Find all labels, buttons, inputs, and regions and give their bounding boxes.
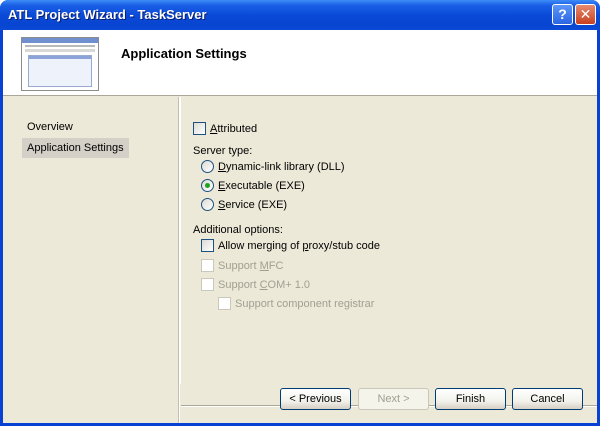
attributed-checkbox-row[interactable]: Attributed [193,121,393,137]
support-registrar-checkbox-row: Support component registrar [218,296,438,312]
attributed-label: Attributed [210,123,258,135]
cancel-button[interactable]: Cancel [512,388,583,410]
radio-service-row[interactable]: Service (EXE) [201,197,421,213]
radio-exe[interactable] [201,179,214,192]
radio-service-label: Service (EXE) [218,199,288,211]
next-button: Next > [358,388,429,410]
support-mfc-checkbox-row: Support MFC [201,258,401,274]
proxy-stub-label: Allow merging of proxy/stub code [218,240,381,252]
support-registrar-checkbox [218,297,231,310]
support-com-label: Support COM+ 1.0 [218,279,311,291]
radio-exe-row[interactable]: Executable (EXE) [201,178,421,194]
attributed-checkbox[interactable] [193,122,206,135]
support-com-checkbox [201,278,214,291]
title-bar[interactable]: ATL Project Wizard - TaskServer ? ✕ [0,0,600,30]
server-type-label: Server type: [193,145,253,157]
radio-selected-dot-icon [205,183,210,188]
previous-button[interactable]: < Previous [280,388,351,410]
radio-dll-label: Dynamic-link library (DLL) [218,161,345,173]
support-mfc-checkbox [201,259,214,272]
radio-service[interactable] [201,198,214,211]
close-icon[interactable]: ✕ [575,4,596,25]
wizard-window: ATL Project Wizard - TaskServer ? ✕ Appl… [0,0,600,426]
radio-exe-label: Executable (EXE) [218,180,305,192]
nav-item-application-settings[interactable]: Application Settings [22,138,129,158]
page-title: Application Settings [121,46,247,61]
support-com-checkbox-row: Support COM+ 1.0 [201,277,401,293]
proxy-stub-checkbox[interactable] [201,239,214,252]
dialog-client: Application Settings Overview Applicatio… [3,30,597,423]
wizard-thumbnail-icon [21,37,99,91]
nav-item-overview[interactable]: Overview [22,117,78,137]
wizard-nav: Overview Application Settings [3,97,178,423]
help-icon[interactable]: ? [552,4,573,25]
additional-options-label: Additional options: [193,224,283,236]
proxy-stub-checkbox-row[interactable]: Allow merging of proxy/stub code [201,238,451,254]
radio-dll-row[interactable]: Dynamic-link library (DLL) [201,159,421,175]
wizard-header: Application Settings [3,30,597,96]
settings-panel: Attributed Server type: Dynamic-link lib… [180,97,597,384]
window-title: ATL Project Wizard - TaskServer [8,7,207,22]
radio-dll[interactable] [201,160,214,173]
support-registrar-label: Support component registrar [235,298,375,310]
support-mfc-label: Support MFC [218,260,284,272]
finish-button[interactable]: Finish [435,388,506,410]
